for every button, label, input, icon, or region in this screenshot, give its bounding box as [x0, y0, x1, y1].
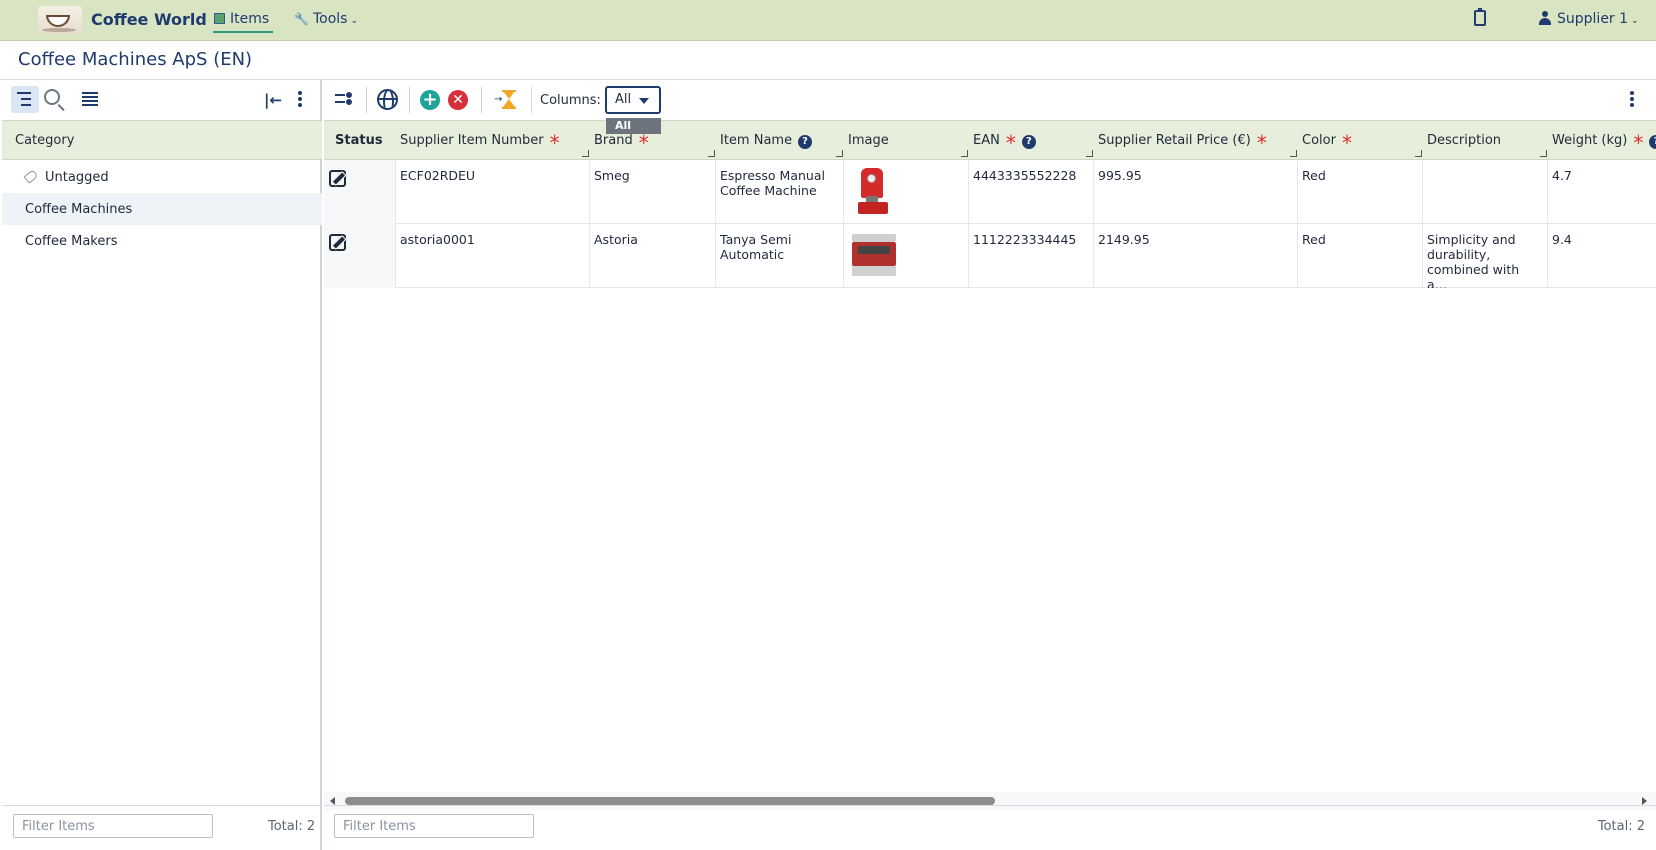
nav-tools-label: Tools	[312, 11, 348, 27]
horizontal-scrollbar[interactable]	[324, 792, 1656, 810]
coffee-cup-logo[interactable]	[38, 6, 82, 34]
more-options-icon[interactable]	[298, 91, 302, 109]
table-row[interactable]: astoria0001 Astoria Tanya Semi Automatic…	[324, 224, 1656, 288]
category-item-coffee-machines[interactable]: Coffee Machines	[2, 193, 322, 225]
grid-header: Status Supplier Item Number * Brand * Item…	[324, 120, 1656, 160]
category-toolbar: |←	[2, 80, 322, 120]
total-count: Total: 2	[1597, 819, 1645, 834]
nav-active-indicator	[213, 31, 273, 33]
category-item-coffee-makers[interactable]: Coffee Makers	[2, 225, 322, 257]
chevron-down-icon: ⌄	[1631, 16, 1639, 26]
wrench-icon: 🔧	[294, 12, 309, 26]
help-icon: ?	[1649, 135, 1656, 149]
nav-items[interactable]: Items	[214, 11, 269, 27]
column-header-image[interactable]: Image	[844, 121, 969, 161]
top-nav: Coffee World Items 🔧 Tools ⌄ Supplier 1 ⌄	[0, 0, 1656, 41]
astoria-machine-image	[852, 234, 896, 278]
nav-items-label: Items	[230, 11, 270, 27]
columns-option-all[interactable]: All	[606, 118, 661, 134]
espresso-machine-image	[858, 168, 888, 216]
required-icon: *	[1341, 131, 1352, 155]
scroll-left-icon[interactable]	[330, 797, 335, 805]
search-icon[interactable]	[44, 89, 60, 105]
column-header-supplier-retail-price[interactable]: Supplier Retail Price (€) *	[1094, 121, 1298, 161]
help-icon: ?	[1021, 135, 1036, 149]
more-options-icon[interactable]	[1630, 91, 1634, 109]
help-icon: ?	[798, 135, 813, 149]
column-header-item-name[interactable]: Item Name?	[716, 121, 844, 161]
scroll-right-icon[interactable]	[1642, 797, 1647, 805]
caret-down-icon	[639, 98, 649, 104]
grid-toolbar: + ✕ → Columns: All All	[324, 80, 1656, 134]
tag-icon	[23, 169, 39, 184]
required-icon: *	[638, 131, 649, 155]
columns-select[interactable]: All	[605, 86, 661, 114]
chevron-down-icon: ⌄	[350, 16, 358, 26]
required-icon: *	[1256, 131, 1267, 155]
scrollbar-thumb[interactable]	[345, 797, 995, 805]
globe-icon[interactable]	[377, 89, 398, 110]
required-icon: *	[1005, 131, 1016, 155]
column-settings-icon[interactable]	[335, 92, 353, 106]
page-title: Coffee Machines ApS (EN)	[18, 49, 253, 70]
tree-view-icon[interactable]	[11, 86, 39, 113]
table-row[interactable]: ECF02RDEU Smeg Espresso Manual Coffee Ma…	[324, 160, 1656, 224]
cube-icon	[214, 13, 225, 24]
user-icon	[1538, 11, 1552, 25]
category-header: Category	[2, 120, 322, 160]
brand-name[interactable]: Coffee World	[91, 10, 207, 29]
column-header-ean[interactable]: EAN *?	[969, 121, 1094, 161]
clipboard-icon[interactable]	[1474, 8, 1486, 26]
items-grid-panel: + ✕ → Columns: All All Status Supplier I…	[324, 80, 1656, 850]
collapse-panel-icon[interactable]: |←	[264, 91, 282, 109]
total-count: Total: 2	[268, 819, 316, 834]
remove-item-icon[interactable]: ✕	[448, 90, 468, 110]
filter-items-input[interactable]: Filter Items	[13, 814, 213, 838]
required-icon: *	[549, 131, 560, 155]
column-header-description[interactable]: Description	[1423, 121, 1548, 161]
edit-icon[interactable]	[329, 234, 346, 251]
user-menu[interactable]: Supplier 1 ⌄	[1538, 11, 1639, 27]
hourglass-icon[interactable]: →	[494, 89, 516, 111]
column-header-color[interactable]: Color *	[1298, 121, 1423, 161]
nav-tools[interactable]: 🔧 Tools ⌄	[294, 11, 358, 27]
user-label: Supplier 1	[1557, 11, 1629, 27]
column-header-supplier-item-number[interactable]: Supplier Item Number *	[396, 121, 590, 161]
columns-label: Columns:	[540, 93, 601, 108]
add-item-icon[interactable]: +	[420, 90, 440, 110]
category-item-untagged[interactable]: Untagged	[2, 161, 322, 193]
edit-icon[interactable]	[329, 170, 346, 187]
list-icon[interactable]	[82, 92, 98, 106]
filter-items-input[interactable]: Filter Items	[334, 814, 534, 838]
category-panel: |← Category Untagged Coffee Machines Cof…	[2, 80, 322, 850]
required-icon: *	[1633, 131, 1644, 155]
column-header-weight[interactable]: Weight (kg)*?	[1548, 121, 1656, 161]
column-header-status[interactable]: Status	[324, 121, 396, 161]
